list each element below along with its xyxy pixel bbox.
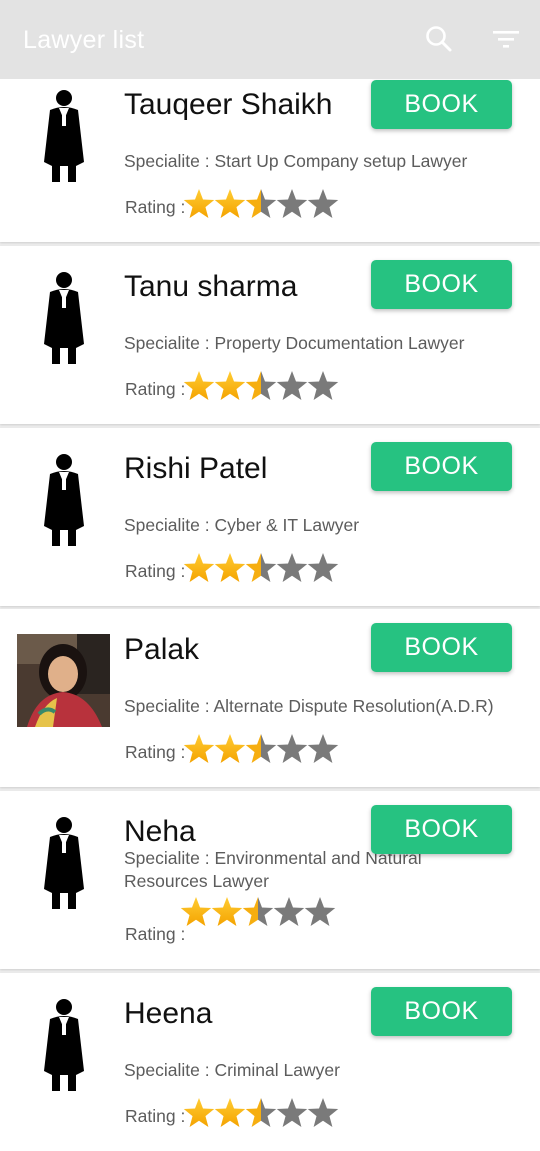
star-icon <box>214 371 246 400</box>
star-icon <box>307 734 339 763</box>
star-icon <box>276 553 308 582</box>
star-icon <box>214 1098 246 1127</box>
lawyer-icon <box>44 272 84 364</box>
book-button[interactable]: BOOK <box>371 260 512 309</box>
star-icon <box>183 371 215 400</box>
star-icon <box>245 734 277 763</box>
star-icon <box>276 734 308 763</box>
star-icon <box>273 897 305 926</box>
lawyer-speciality: Specialite : Criminal Lawyer <box>124 1060 340 1080</box>
lawyer-card[interactable]: Rishi Patel Specialite : Cyber & IT Lawy… <box>0 428 540 606</box>
rating-label: Rating : <box>125 561 186 581</box>
book-button[interactable]: BOOK <box>371 80 512 129</box>
lawyer-name: Rishi Patel <box>124 452 268 485</box>
rating-stars <box>183 553 339 582</box>
lawyer-name: Neha <box>124 815 196 848</box>
lawyer-card[interactable]: Palak Specialite : Alternate Dispute Res… <box>0 609 540 787</box>
lawyer-photo <box>17 634 110 727</box>
lawyer-icon <box>44 454 84 546</box>
book-button[interactable]: BOOK <box>371 442 512 491</box>
lawyer-speciality: Specialite : Property Documentation Lawy… <box>124 333 465 353</box>
lawyer-icon <box>44 90 84 182</box>
star-icon <box>183 553 215 582</box>
rating-stars <box>183 189 339 218</box>
lawyer-icon <box>44 817 84 909</box>
lawyer-card[interactable]: Tanu sharma Specialite : Property Docume… <box>0 246 540 424</box>
rating-label: Rating : <box>125 742 186 762</box>
star-icon <box>245 371 277 400</box>
star-icon <box>183 1098 215 1127</box>
star-icon <box>245 189 277 218</box>
lawyer-icon <box>44 999 84 1091</box>
star-icon <box>180 897 212 926</box>
star-icon <box>214 734 246 763</box>
star-icon <box>307 1098 339 1127</box>
star-icon <box>211 897 243 926</box>
lawyer-card[interactable]: Neha Specialite : Environmental and Natu… <box>0 791 540 969</box>
lawyer-name: Palak <box>124 633 200 666</box>
filter-icon[interactable] <box>491 24 521 54</box>
rating-stars <box>183 734 339 763</box>
star-icon <box>276 1098 308 1127</box>
rating-stars <box>183 371 339 400</box>
rating-label: Rating : <box>125 1106 186 1126</box>
star-icon <box>245 553 277 582</box>
search-icon[interactable] <box>424 24 454 54</box>
lawyer-speciality: Specialite : Alternate Dispute Resolutio… <box>124 696 494 716</box>
rating-label: Rating : <box>125 379 186 399</box>
lawyer-name: Tauqeer Shaikh <box>124 88 333 121</box>
star-icon <box>214 189 246 218</box>
lawyer-card[interactable]: Heena Specialite : Criminal Lawyer Ratin… <box>0 973 540 1151</box>
star-icon <box>276 189 308 218</box>
lawyer-name: Tanu sharma <box>124 270 298 303</box>
lawyer-speciality: Specialite : Start Up Company setup Lawy… <box>124 151 468 171</box>
star-icon <box>307 371 339 400</box>
star-icon <box>304 897 336 926</box>
lawyer-speciality: Specialite : Cyber & IT Lawyer <box>124 515 360 535</box>
star-icon <box>183 189 215 218</box>
page-title: Lawyer list <box>23 26 145 54</box>
star-icon <box>307 189 339 218</box>
lawyer-card[interactable]: Tauqeer Shaikh Specialite : Start Up Com… <box>0 64 540 242</box>
star-icon <box>245 1098 277 1127</box>
rating-stars <box>183 1098 339 1127</box>
app-bar: Lawyer list <box>0 0 540 79</box>
star-icon <box>242 897 274 926</box>
star-icon <box>183 734 215 763</box>
star-icon <box>276 371 308 400</box>
lawyer-name: Heena <box>124 997 213 1030</box>
rating-stars <box>180 897 336 926</box>
book-button[interactable]: BOOK <box>371 805 512 854</box>
star-icon <box>214 553 246 582</box>
rating-label: Rating : <box>125 197 186 217</box>
star-icon <box>307 553 339 582</box>
book-button[interactable]: BOOK <box>371 987 512 1036</box>
book-button[interactable]: BOOK <box>371 623 512 672</box>
